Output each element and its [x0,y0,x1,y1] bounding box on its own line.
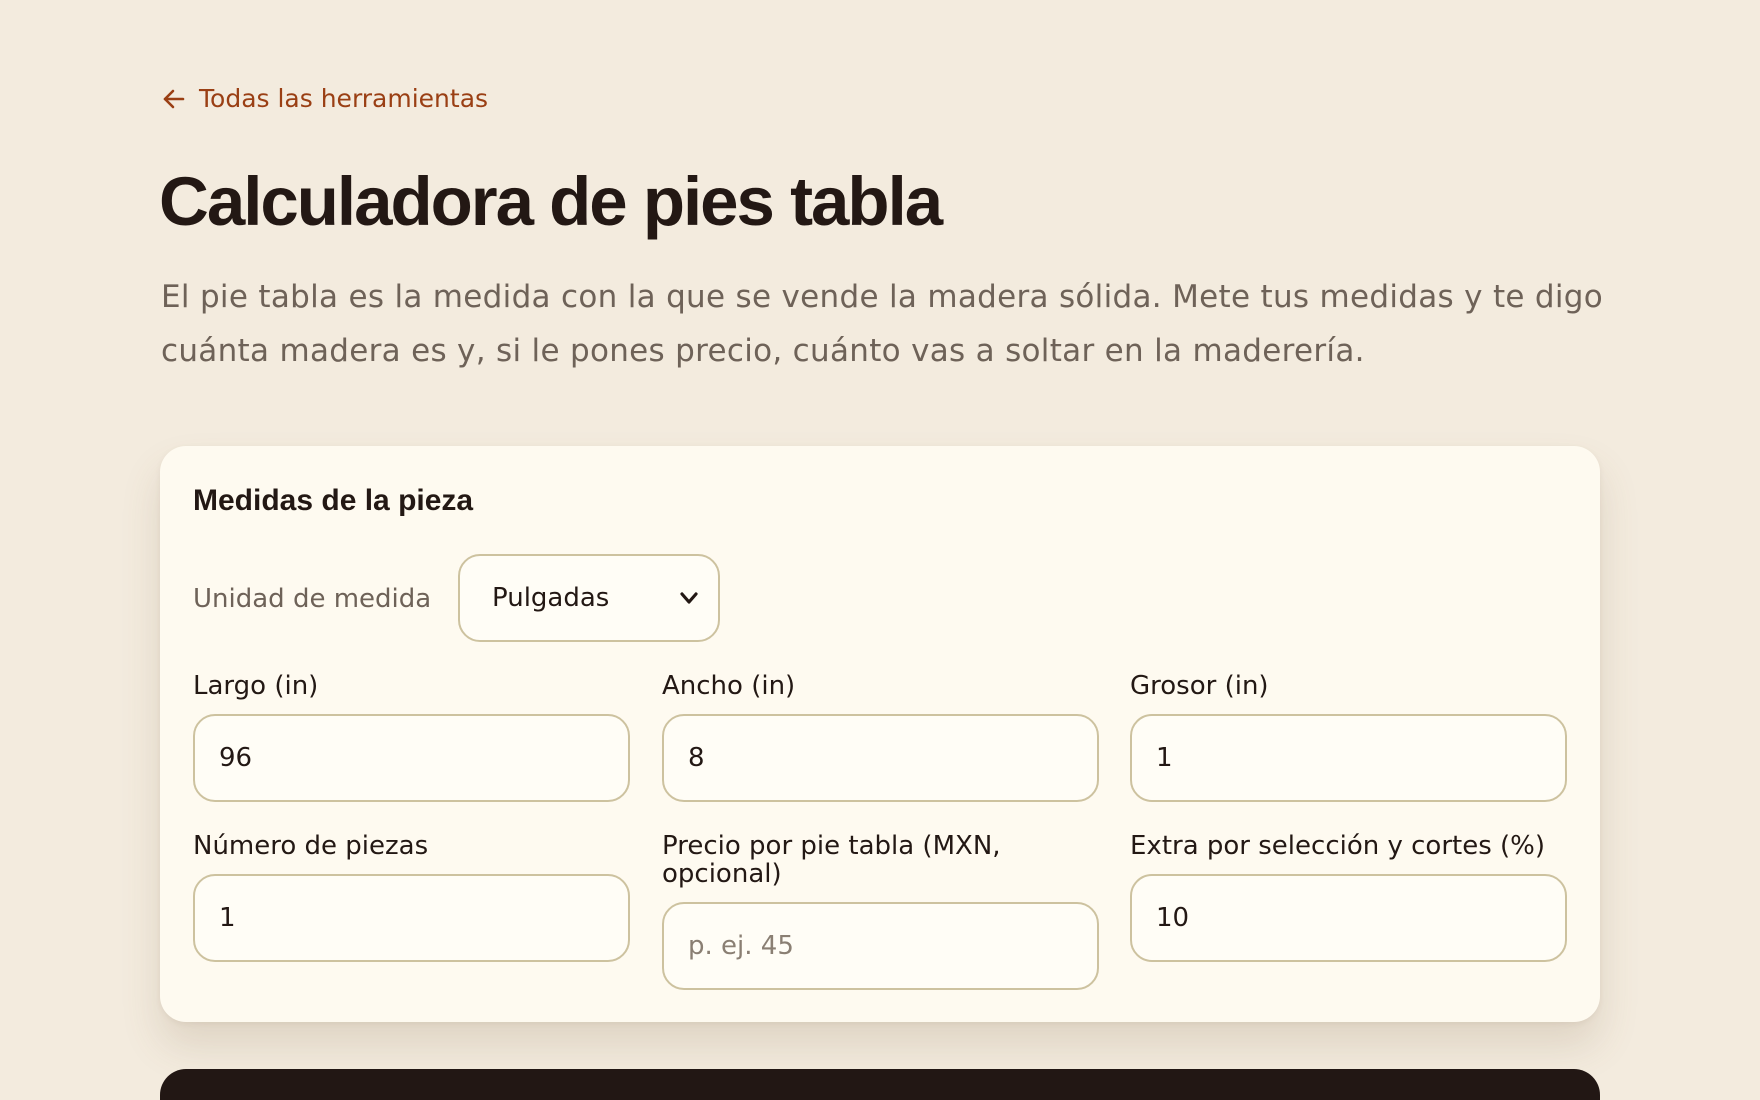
page-title: Calculadora de pies tabla [159,163,943,240]
precio-label: Precio por pie tabla (MXN, opcional) [662,832,1001,888]
largo-label: Largo (in) [193,671,319,701]
back-link-label: Todas las herramientas [199,84,489,113]
grosor-label: Grosor (in) [1130,671,1269,701]
precio-label-line2: opcional) [662,859,782,889]
back-to-tools-link[interactable]: Todas las herramientas [161,84,488,113]
arrow-left-icon [161,86,187,112]
precio-input[interactable]: p. ej. 45 [662,902,1099,990]
chevron-down-icon [680,592,698,604]
measurements-card: Medidas de la pieza Unidad de medida Pul… [160,446,1600,1022]
results-panel [160,1069,1600,1100]
ancho-input[interactable]: 8 [662,714,1099,802]
unit-label: Unidad de medida [193,584,432,614]
unit-select[interactable]: Pulgadas [458,554,720,642]
piezas-input[interactable]: 1 [193,874,630,962]
precio-label-line1: Precio por pie tabla (MXN, [662,831,1001,861]
page: Todas las herramientas Calculadora de pi… [0,0,1760,1100]
grosor-input[interactable]: 1 [1130,714,1567,802]
largo-input[interactable]: 96 [193,714,630,802]
page-intro: El pie tabla es la medida con la que se … [161,279,1604,369]
piezas-label: Número de piezas [193,831,429,861]
extra-label: Extra por selección y cortes (%) [1130,831,1546,861]
card-title: Medidas de la pieza [193,484,474,517]
unit-select-value: Pulgadas [492,583,610,613]
extra-input[interactable]: 10 [1130,874,1567,962]
ancho-label: Ancho (in) [662,671,796,701]
